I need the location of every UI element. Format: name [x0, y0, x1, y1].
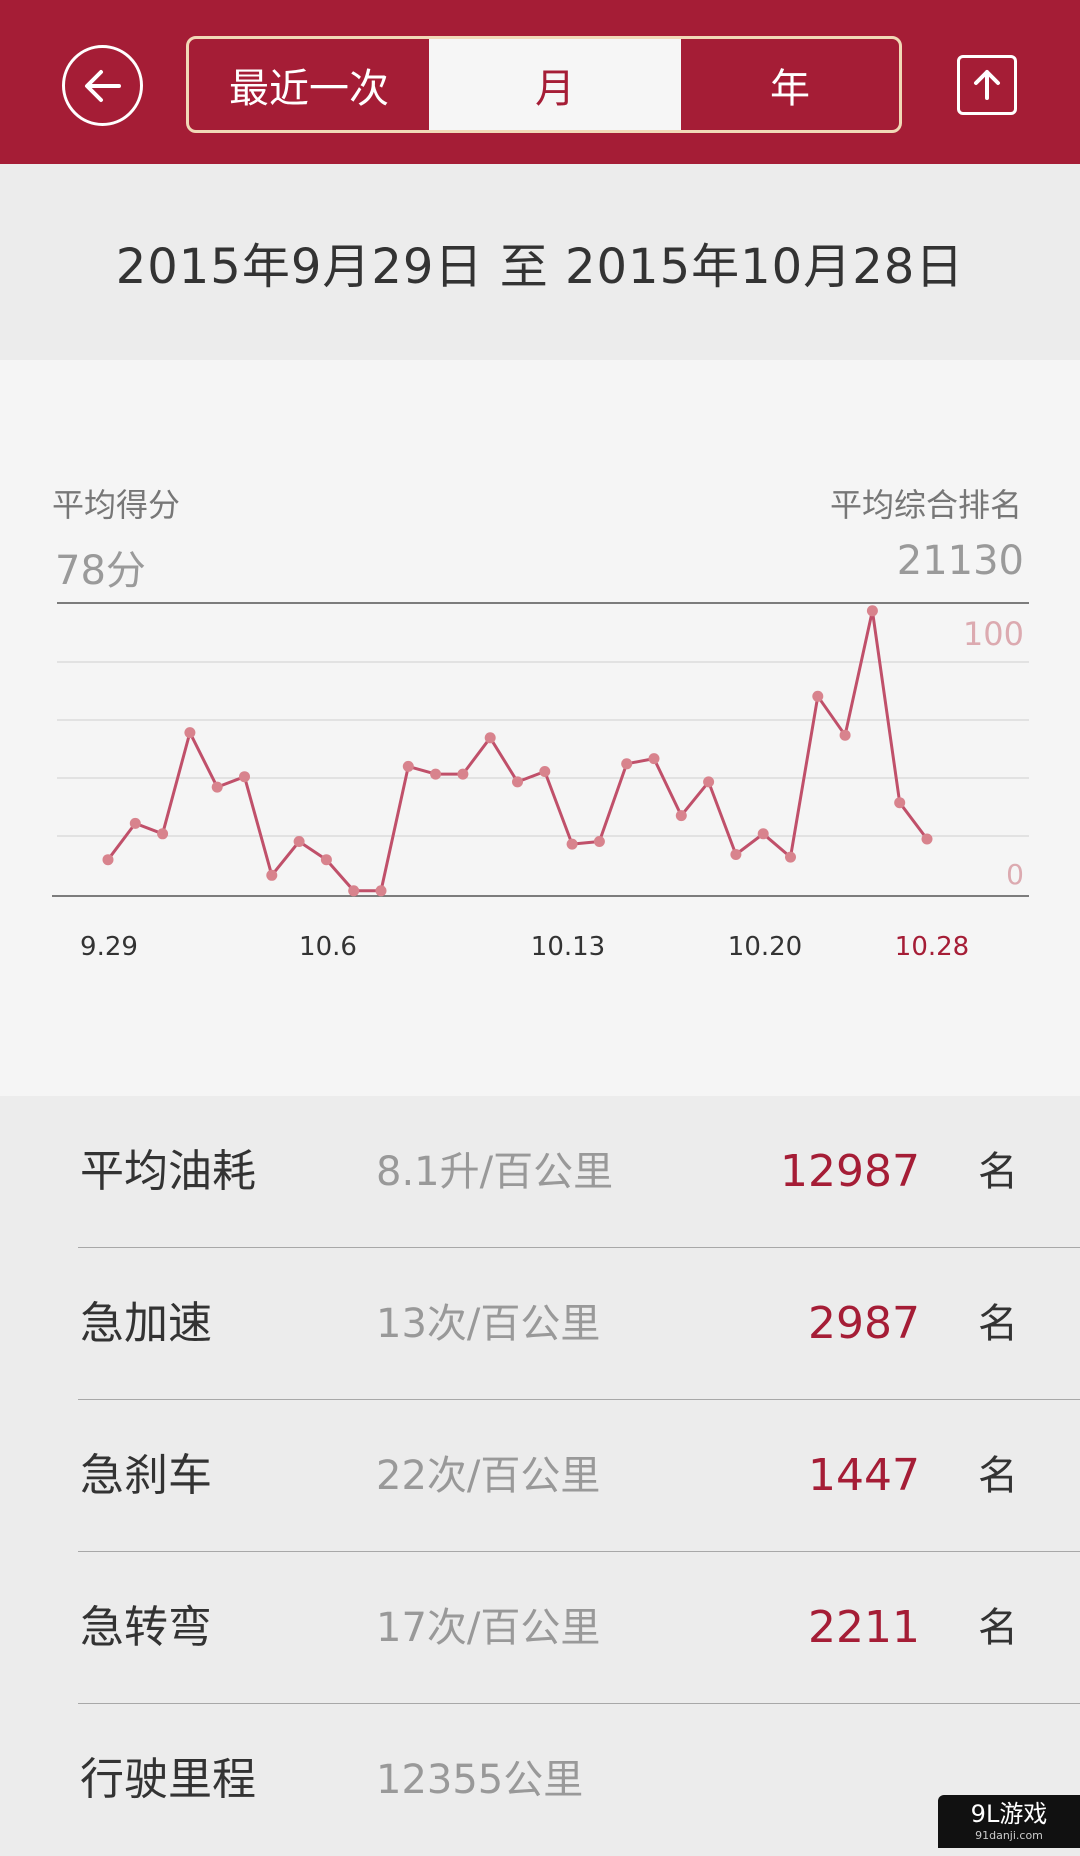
chart-point-16	[539, 766, 551, 777]
chart-point-22	[703, 776, 715, 788]
stat-name: 急转弯	[80, 1602, 212, 1653]
upload-icon	[974, 70, 1000, 100]
stat-name: 急加速	[80, 1298, 212, 1349]
stat-name: 急刹车	[80, 1450, 212, 1501]
x-tick-label-3: 10.20	[728, 932, 802, 962]
date-range: 2015年9月29日 至 2015年10月28日	[0, 164, 1080, 360]
y-tick-label-max: 100	[963, 615, 1024, 653]
chart-point-9	[348, 885, 360, 897]
chart-point-4	[211, 781, 223, 793]
stat-name: 行驶里程	[80, 1754, 256, 1805]
chart-point-17	[566, 838, 578, 850]
chart-point-2	[157, 828, 169, 840]
chart-point-13	[457, 768, 469, 780]
chart-point-11	[402, 760, 414, 772]
stat-metric: 17次/百公里	[376, 1605, 601, 1651]
stat-metric: 22次/百公里	[376, 1453, 601, 1499]
stat-row-braking[interactable]: 急刹车 22次/百公里 1447 名	[78, 1400, 1080, 1552]
stat-rank: 1447	[808, 1450, 920, 1501]
y-tick-label-min: 0	[1006, 858, 1024, 891]
watermark-text: 9L游戏	[970, 1800, 1048, 1828]
back-button[interactable]	[62, 45, 143, 126]
stat-row-acceleration[interactable]: 急加速 13次/百公里 2987 名	[78, 1248, 1080, 1400]
chart-point-5	[239, 771, 250, 783]
stat-name: 平均油耗	[80, 1146, 256, 1197]
chart-point-30	[921, 833, 933, 845]
chart-point-1	[129, 817, 141, 829]
stat-unit: 名	[978, 1301, 1018, 1347]
arrow-left-icon	[84, 69, 121, 102]
score-line-chart: 100 0 9.29 10.6 10.13 10.20 10.28	[52, 602, 1029, 962]
stat-row-mileage[interactable]: 行驶里程 12355公里	[78, 1704, 1080, 1856]
stat-rank: 2987	[808, 1298, 920, 1349]
chart-point-24	[757, 828, 769, 840]
stat-unit: 名	[978, 1149, 1018, 1195]
chart-point-0	[102, 854, 114, 866]
x-tick-label-2: 10.13	[531, 932, 605, 962]
tab-year[interactable]: 年	[681, 39, 899, 130]
chart-point-25	[785, 851, 796, 863]
chart-point-14	[484, 732, 496, 744]
watermark-logo: 9L游戏 91danji.com	[938, 1795, 1080, 1848]
chart-point-15	[512, 776, 523, 788]
x-tick-label-4: 10.28	[895, 932, 969, 962]
chart-point-29	[894, 797, 906, 809]
chart-point-23	[730, 849, 742, 860]
chart-point-6	[266, 869, 278, 881]
stat-metric: 8.1升/百公里	[376, 1149, 614, 1195]
chart-point-7	[293, 836, 305, 847]
stat-row-turning[interactable]: 急转弯 17次/百公里 2211 名	[78, 1552, 1080, 1704]
stat-row-fuel[interactable]: 平均油耗 8.1升/百公里 12987 名	[78, 1096, 1080, 1248]
chart-series-line	[106, 609, 929, 893]
stat-rank: 12987	[780, 1146, 920, 1197]
share-button[interactable]	[957, 55, 1017, 115]
chart-point-8	[320, 854, 332, 866]
chart-point-20	[648, 753, 660, 765]
stat-metric: 12355公里	[376, 1757, 584, 1803]
chart-panel: 平均得分 78分 平均综合排名 21130 100 0 9.29 10.6 10.13 1…	[0, 360, 1080, 1096]
stat-unit: 名	[978, 1605, 1018, 1651]
stat-metric: 13次/百公里	[376, 1301, 601, 1347]
chart-point-19	[621, 758, 633, 770]
chart-point-21	[675, 810, 687, 822]
watermark-sub: 91danji.com	[975, 1829, 1043, 1842]
chart-point-3	[184, 727, 196, 739]
tab-month[interactable]: 月	[429, 39, 681, 130]
chart-point-12	[430, 768, 442, 780]
x-tick-label-0: 9.29	[80, 932, 138, 962]
tab-recent[interactable]: 最近一次	[189, 39, 429, 130]
stat-rank: 2211	[808, 1602, 920, 1653]
chart-point-18	[593, 836, 605, 847]
chart-point-28	[866, 605, 878, 617]
period-tabs: 最近一次 月 年	[186, 36, 902, 133]
top-bar: 最近一次 月 年	[0, 0, 1080, 164]
stats-list: 平均油耗 8.1升/百公里 12987 名 急加速 13次/百公里 2987 名…	[0, 1096, 1080, 1848]
chart-point-26	[812, 690, 824, 702]
chart-point-10	[375, 885, 387, 897]
chart-point-27	[839, 729, 851, 741]
stat-unit: 名	[978, 1453, 1018, 1499]
x-tick-label-1: 10.6	[299, 932, 357, 962]
